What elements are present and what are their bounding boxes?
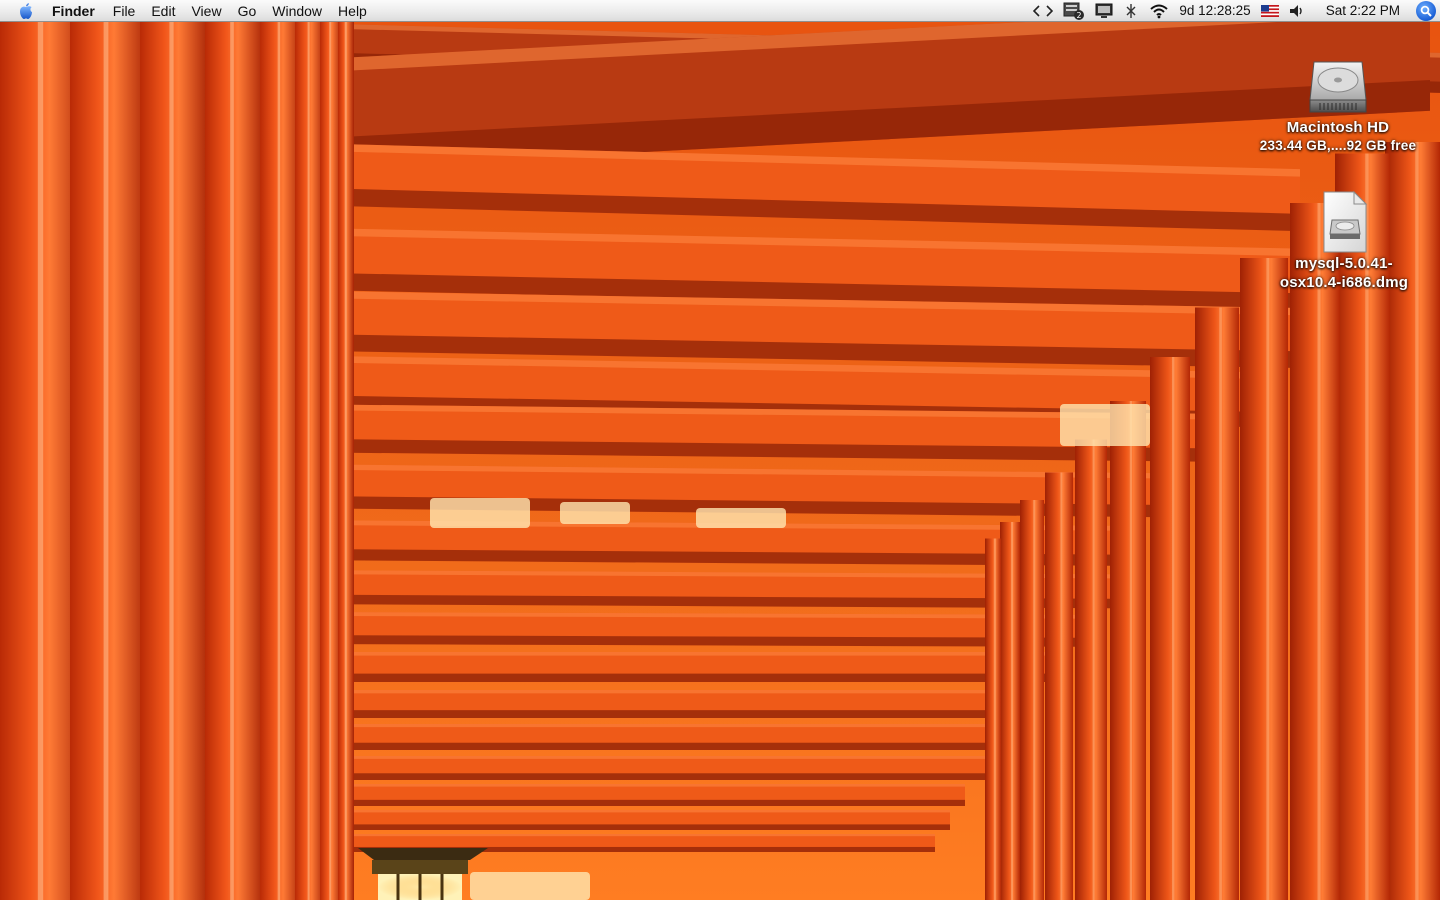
menu-clock[interactable]: Sat 2:22 PM bbox=[1312, 0, 1412, 22]
torii-pillar bbox=[70, 22, 150, 900]
spotlight-search-icon[interactable] bbox=[1416, 0, 1436, 21]
torii-pillar bbox=[1045, 472, 1073, 900]
document-badge-icon[interactable]: 2 bbox=[1058, 0, 1090, 22]
torii-pillar bbox=[1020, 500, 1044, 900]
sunlight-gap bbox=[696, 508, 786, 528]
desktop[interactable]: Macintosh HD 233.44 GB,....92 GB free my… bbox=[0, 22, 1440, 900]
mysql-dmg-label-line2: osx10.4-i686.dmg bbox=[1279, 274, 1409, 291]
menu-edit[interactable]: Edit bbox=[143, 0, 183, 22]
code-brackets-icon[interactable] bbox=[1028, 0, 1058, 22]
macintosh-hd-capacity: 233.44 GB,....92 GB free bbox=[1259, 138, 1417, 153]
torii-beam bbox=[330, 784, 965, 806]
uptime-readout[interactable]: 9d 12:28:25 bbox=[1174, 0, 1255, 22]
sunlight-gap bbox=[470, 872, 590, 900]
bluetooth-icon[interactable] bbox=[1118, 0, 1144, 22]
display-icon[interactable] bbox=[1090, 0, 1118, 22]
menu-file[interactable]: File bbox=[105, 0, 144, 22]
torii-beam bbox=[296, 612, 1080, 647]
hard-drive-icon bbox=[1309, 61, 1367, 113]
us-flag-icon[interactable] bbox=[1256, 0, 1284, 22]
torii-beam bbox=[320, 756, 985, 780]
disk-image-icon bbox=[1323, 190, 1368, 253]
speaker-volume-icon[interactable] bbox=[1284, 0, 1312, 22]
finder-app-menu[interactable]: Finder bbox=[46, 0, 105, 22]
wifi-icon[interactable] bbox=[1144, 0, 1174, 22]
torii-pillar bbox=[1000, 522, 1020, 900]
mysql-dmg-label-line1: mysql-5.0.41- bbox=[1295, 255, 1393, 272]
torii-beam bbox=[312, 724, 1000, 750]
torii-beam bbox=[300, 652, 1050, 682]
sunlight-gap bbox=[560, 502, 630, 524]
torii-pillar bbox=[1240, 258, 1288, 900]
macintosh-hd-desktop-icon[interactable]: Macintosh HD 233.44 GB,....92 GB free bbox=[1246, 54, 1430, 154]
menu-view[interactable]: View bbox=[183, 0, 229, 22]
menu-help[interactable]: Help bbox=[330, 0, 375, 22]
torii-beam bbox=[340, 810, 950, 830]
macintosh-hd-label: Macintosh HD bbox=[1286, 119, 1390, 136]
torii-pillar bbox=[1110, 401, 1146, 900]
sunlight-gap bbox=[1060, 404, 1150, 446]
apple-logo-icon[interactable] bbox=[6, 0, 46, 22]
menu-go[interactable]: Go bbox=[230, 0, 265, 22]
torii-beam bbox=[306, 690, 1020, 718]
menu-bar: Finder File Edit View Go Window Help 2 9… bbox=[0, 0, 1440, 22]
torii-pillar bbox=[985, 538, 1001, 900]
torii-pillar bbox=[1195, 307, 1239, 900]
sunlight-gap bbox=[430, 498, 530, 528]
badge-count: 2 bbox=[1077, 11, 1082, 20]
torii-gates-wallpaper bbox=[0, 22, 1440, 900]
torii-pillar bbox=[205, 22, 265, 900]
torii-pillar bbox=[1150, 357, 1190, 900]
torii-pillar bbox=[1075, 439, 1107, 900]
torii-pillar bbox=[140, 22, 210, 900]
torii-pillar bbox=[1290, 203, 1340, 900]
menu-window[interactable]: Window bbox=[264, 0, 330, 22]
mysql-dmg-desktop-icon[interactable]: mysql-5.0.41- osx10.4-i686.dmg bbox=[1254, 190, 1434, 292]
